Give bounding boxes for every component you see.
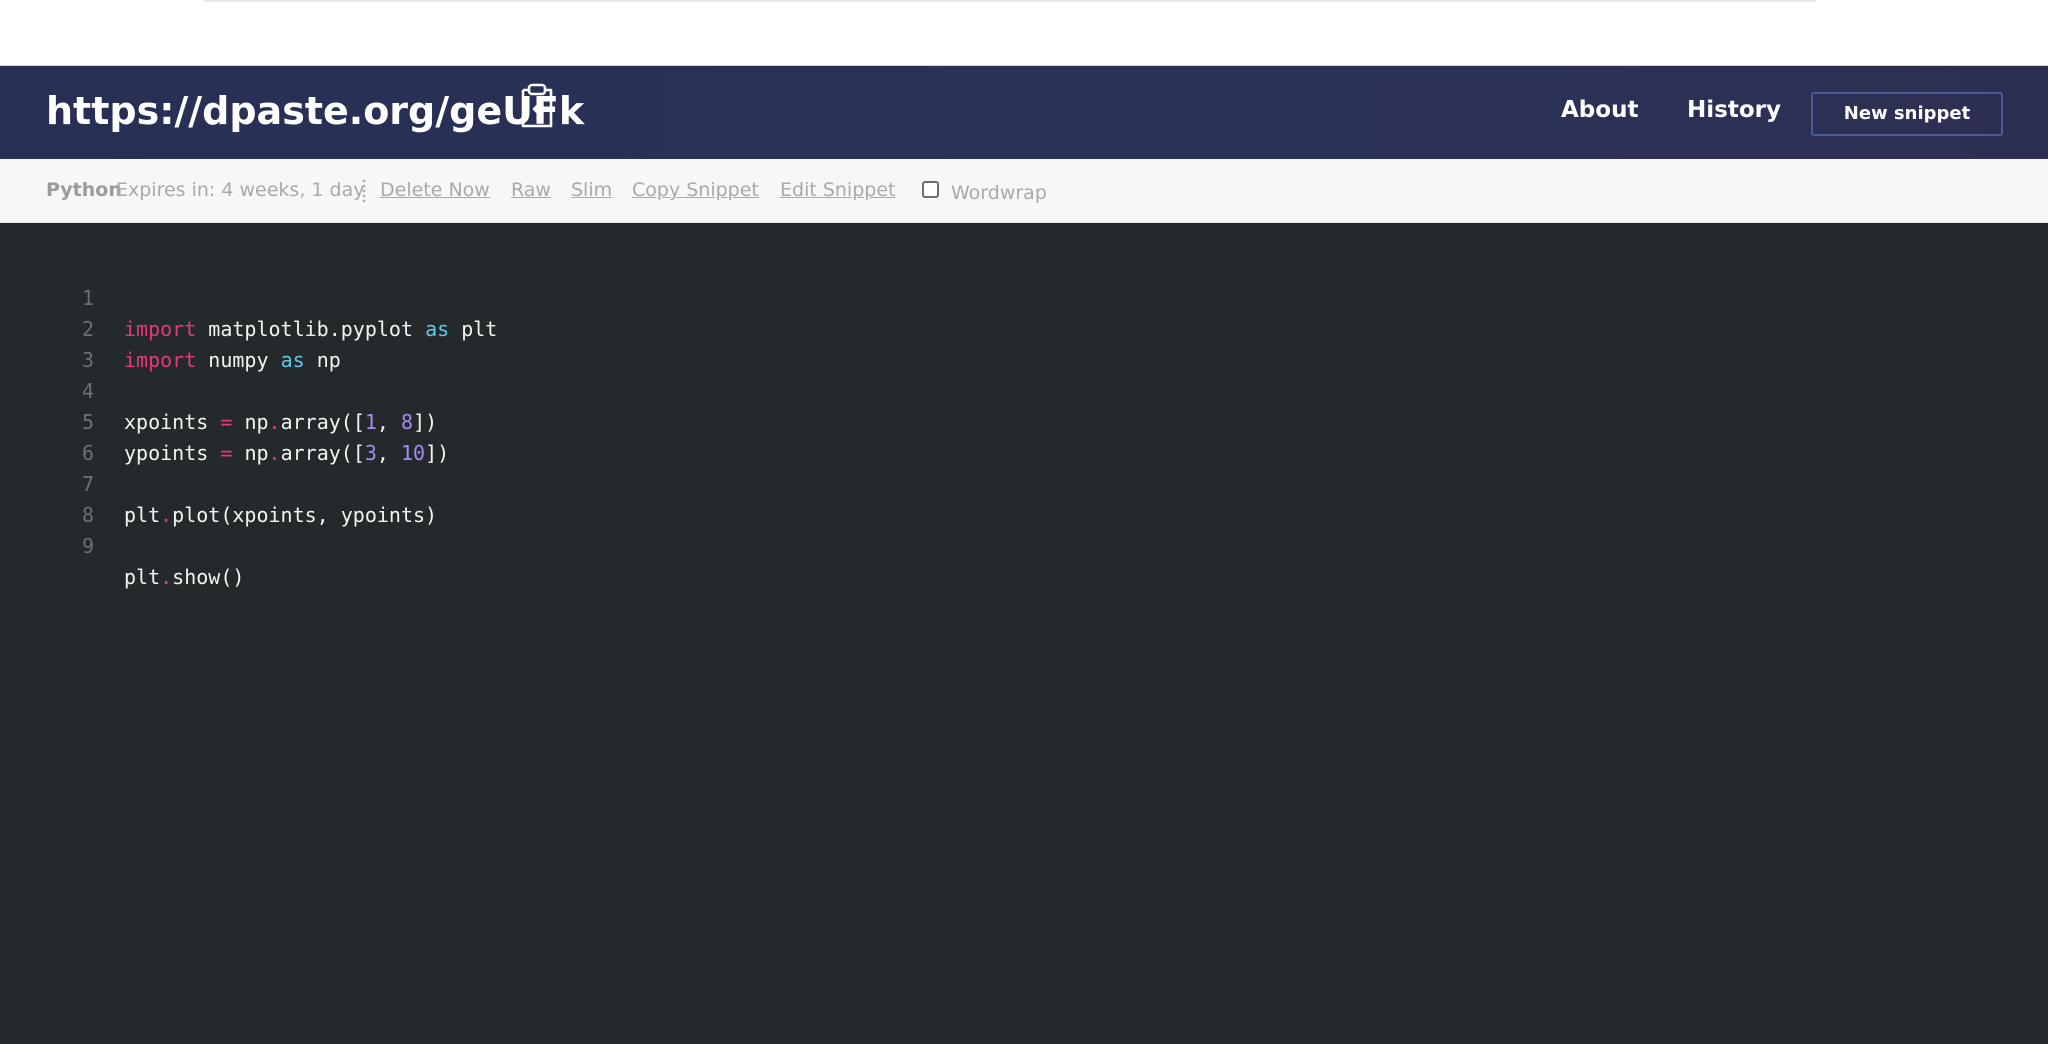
identifier: plt — [124, 565, 161, 589]
code-line: 3 — [0, 314, 2048, 372]
edit-snippet-link[interactable]: Edit Snippet — [780, 177, 895, 203]
code-line: 1 import matplotlib.pyplot as plt — [0, 252, 2048, 341]
code-line: 2 import numpy as np — [0, 283, 2048, 372]
wordwrap-label[interactable]: Wordwrap — [951, 180, 1047, 206]
slim-link[interactable]: Slim — [571, 177, 612, 203]
dotted-separator-icon — [362, 178, 366, 204]
snippet-url-title[interactable]: https://dpaste.org/geUFk — [46, 86, 584, 136]
code-line: 4 xpoints = np.array([1, 8]) — [0, 345, 2048, 434]
code-text: plt.show() — [124, 562, 244, 593]
code-line: 5 ypoints = np.array([3, 10]) — [0, 376, 2048, 465]
show-call: show() — [172, 565, 245, 589]
browser-top-strip — [0, 0, 2048, 65]
code-line: 7 plt.plot(xpoints, ypoints) — [0, 438, 2048, 527]
code-line: 9 plt.show() — [0, 500, 2048, 589]
wordwrap-checkbox[interactable] — [922, 181, 939, 198]
nav-about-link[interactable]: About — [1561, 94, 1638, 126]
code-viewer[interactable]: 1 import matplotlib.pyplot as plt 2 impo… — [0, 223, 2048, 1044]
code-line: 6 — [0, 407, 2048, 465]
expires-label: Expires in: 4 weeks, 1 day — [116, 179, 365, 201]
top-divider — [204, 0, 1816, 2]
copy-snippet-link[interactable]: Copy Snippet — [632, 177, 759, 203]
raw-link[interactable]: Raw — [511, 177, 551, 203]
nav-history-link[interactable]: History — [1687, 94, 1781, 126]
site-header: https://dpaste.org/geUFk About History N… — [0, 66, 2048, 159]
new-snippet-button[interactable]: New snippet — [1811, 92, 2003, 136]
delete-now-link[interactable]: Delete Now — [380, 177, 490, 203]
clipboard-copy-icon[interactable] — [517, 82, 557, 130]
code-line: 8 — [0, 469, 2048, 527]
dpaste-window: https://dpaste.org/geUFk About History N… — [0, 65, 2048, 1044]
language-label: Python — [46, 179, 122, 201]
snippet-toolbar: Python Expires in: 4 weeks, 1 day Delete… — [0, 159, 2048, 223]
line-number: 9 — [81, 534, 94, 558]
dot-operator: . — [160, 565, 173, 589]
